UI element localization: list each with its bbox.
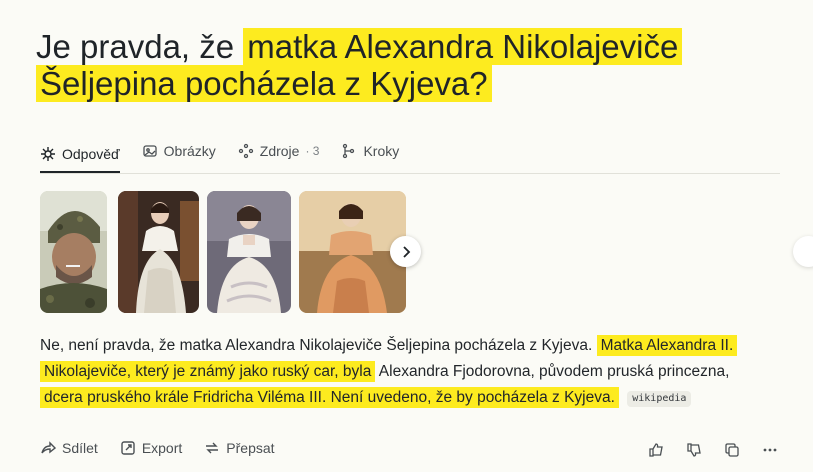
- thumbs-down-icon: [687, 443, 701, 457]
- answer-plain: Ne, není pravda, že matka Alexandra Niko…: [40, 337, 593, 354]
- title-text: Je pravda, že: [36, 28, 244, 65]
- more-icon: [763, 448, 777, 452]
- carousel-scroll-button[interactable]: [793, 236, 813, 267]
- tab-steps[interactable]: Kroky: [341, 130, 399, 166]
- gallery-next-button[interactable]: [390, 236, 421, 267]
- feedback-actions: [646, 440, 780, 460]
- export-icon: [121, 441, 135, 455]
- copy-icon: [725, 443, 739, 457]
- tab-images[interactable]: Obrázky: [142, 130, 216, 166]
- image-icon: [142, 145, 157, 157]
- answer-plain-2: Alexandra Fjodorovna, původem pruská pri…: [378, 363, 730, 380]
- citation-badge[interactable]: wikipedia: [627, 391, 692, 407]
- tab-answer-label: Odpověď: [62, 145, 120, 162]
- thumbs-up-button[interactable]: [646, 440, 666, 460]
- chevron-right-icon: [402, 245, 410, 258]
- thumbs-down-button[interactable]: [684, 440, 704, 460]
- image-thumbnail-portrait-1[interactable]: [118, 191, 199, 313]
- answer-highlight-b: Nikolajeviče, který je známý jako ruský …: [40, 361, 376, 382]
- answer-actions: Sdílet Export Přepsat: [40, 440, 275, 456]
- answer-highlight-a: Matka Alexandra II.: [596, 335, 738, 356]
- copy-button[interactable]: [722, 440, 742, 460]
- thumbs-up-icon: [649, 443, 663, 457]
- tab-answer[interactable]: Odpověď: [40, 130, 120, 173]
- tab-steps-label: Kroky: [363, 143, 400, 159]
- sparkle-icon: [41, 146, 55, 161]
- steps-icon: [343, 143, 355, 159]
- share-button[interactable]: Sdílet: [40, 440, 98, 456]
- sources-icon: [238, 143, 253, 159]
- image-thumbnail-soldier[interactable]: [40, 191, 107, 313]
- tab-images-label: Obrázky: [163, 143, 216, 159]
- tab-sources-label: Zdroje: [259, 143, 300, 159]
- more-options-button[interactable]: [760, 440, 780, 460]
- answer-text: Ne, není pravda, že matka Alexandra Niko…: [40, 333, 785, 411]
- image-thumbnail-portrait-2[interactable]: [207, 191, 291, 313]
- export-label: Export: [141, 440, 183, 456]
- share-icon: [41, 441, 56, 454]
- rewrite-label: Přepsat: [226, 440, 275, 456]
- rewrite-icon: [206, 442, 219, 454]
- title-highlight-2: Šeljepina pocházela z Kyjeva?: [36, 65, 492, 102]
- title-highlight-1: matka Alexandra Nikolajeviče: [243, 28, 683, 65]
- export-button[interactable]: Export: [120, 440, 182, 456]
- tab-sources[interactable]: Zdroje · 3: [238, 130, 320, 166]
- page-title: Je pravda, že matka Alexandra Nikolajevi…: [36, 28, 736, 102]
- answer-highlight-c: dcera pruského krále Fridricha Viléma II…: [40, 387, 619, 408]
- sources-count: · 3: [305, 144, 320, 158]
- rewrite-button[interactable]: Přepsat: [204, 440, 275, 456]
- share-label: Sdílet: [62, 440, 98, 456]
- tab-bar: Odpověď Obrázky Zdroje · 3 Kroky: [40, 130, 780, 174]
